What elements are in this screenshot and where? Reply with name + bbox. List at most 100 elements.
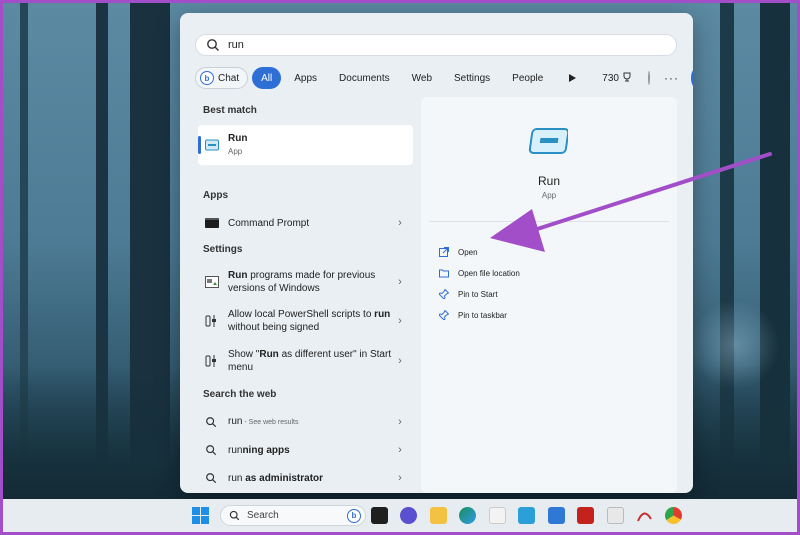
best-match-run[interactable]: Run App <box>198 125 413 165</box>
bing-icon: b <box>200 71 214 85</box>
filter-settings-label: Settings <box>454 72 491 84</box>
setting-1-bold: Run <box>228 270 248 281</box>
preview-app-type: App <box>541 191 557 200</box>
start-search-panel: b Chat All Apps Documents Web Settings P… <box>180 13 693 493</box>
preview-app-name: Run <box>537 174 560 188</box>
setting-run-as-different-user[interactable]: Show "Run as different user" in Start me… <box>198 347 413 375</box>
action-pin-to-taskbar-label: Pin to taskbar <box>458 310 507 320</box>
best-match-heading: Best match <box>203 105 257 116</box>
chevron-right-icon: › <box>398 355 402 367</box>
best-match-type: App <box>228 147 243 156</box>
bing-chat-icon[interactable]: b <box>690 68 693 88</box>
chevron-right-icon: › <box>398 472 402 484</box>
taskbar-search[interactable]: Search b <box>220 505 366 526</box>
pin-icon <box>438 288 450 300</box>
action-open[interactable]: Open <box>439 247 478 257</box>
pin-icon <box>438 309 450 321</box>
microsoft-store-icon[interactable] <box>489 507 506 524</box>
filter-web[interactable]: Web <box>403 67 441 89</box>
web-1-hint: - See web results <box>242 419 299 426</box>
compatibility-icon <box>205 276 219 288</box>
setting-run-previous-versions[interactable]: Run programs made for previous versions … <box>198 268 413 296</box>
windows-start-icon[interactable] <box>192 507 209 524</box>
search-icon <box>205 444 219 456</box>
run-app-icon <box>528 127 570 155</box>
chevron-right-icon: › <box>398 276 402 288</box>
web-3-bold: as administrator <box>245 472 324 484</box>
filter-all[interactable]: All <box>252 67 282 89</box>
web-3-pre: run <box>228 472 246 484</box>
filter-people[interactable]: People <box>503 67 552 89</box>
setting-3-pre: Show " <box>228 349 260 360</box>
web-result-running-apps[interactable]: running apps › <box>198 442 413 458</box>
filter-apps-label: Apps <box>294 72 318 84</box>
app-command-prompt-label: Command Prompt <box>228 217 310 229</box>
file-explorer-icon[interactable] <box>430 507 447 524</box>
mcafee-icon[interactable] <box>577 507 594 524</box>
apps-heading: Apps <box>203 190 228 201</box>
action-open-file-location-label: Open file location <box>458 268 520 278</box>
pen-app-icon[interactable] <box>636 507 653 524</box>
bing-icon: b <box>347 508 361 523</box>
setting-2-bold: run <box>374 309 391 320</box>
user-avatar[interactable] <box>647 71 650 85</box>
open-external-icon <box>439 247 449 257</box>
setting-2-post: without being signed <box>228 322 320 333</box>
rewards-trophy-icon <box>622 72 632 85</box>
more-filters-play-icon[interactable] <box>564 70 580 86</box>
l-app-icon[interactable] <box>518 507 535 524</box>
filter-chat[interactable]: b Chat <box>195 67 249 89</box>
search-web-heading: Search the web <box>203 389 277 400</box>
search-input[interactable] <box>228 39 648 51</box>
web-result-run[interactable]: run - See web results › <box>198 414 413 430</box>
search-filters: b Chat All Apps Documents Web Settings P… <box>195 66 693 90</box>
search-icon <box>205 416 219 428</box>
filter-settings[interactable]: Settings <box>445 67 499 89</box>
action-pin-to-start[interactable]: Pin to Start <box>438 288 498 300</box>
chevron-right-icon: › <box>398 416 402 428</box>
app-command-prompt[interactable]: Command Prompt › <box>198 215 413 231</box>
more-options-icon[interactable]: ··· <box>664 71 679 85</box>
action-pin-to-taskbar[interactable]: Pin to taskbar <box>438 309 507 321</box>
search-icon <box>229 510 240 521</box>
pinned-app-icon[interactable] <box>548 507 565 524</box>
filter-chat-label: Chat <box>218 72 240 84</box>
task-view-icon[interactable] <box>371 507 388 524</box>
search-icon <box>206 38 220 52</box>
web-2-bold: ning apps <box>242 444 290 456</box>
folder-icon <box>439 268 449 278</box>
action-open-label: Open <box>458 247 478 257</box>
action-pin-to-start-label: Pin to Start <box>458 289 498 299</box>
chevron-right-icon: › <box>398 444 402 456</box>
command-prompt-icon <box>205 217 219 229</box>
teams-chat-icon[interactable] <box>400 507 417 524</box>
developer-settings-icon <box>205 315 219 327</box>
filter-web-label: Web <box>411 72 433 84</box>
chevron-right-icon: › <box>398 217 402 229</box>
chrome-browser-icon[interactable] <box>665 507 682 524</box>
setting-1-text: programs made for previous versions of W… <box>228 270 376 294</box>
taskbar-search-label: Search <box>247 510 279 521</box>
web-result-run-as-administrator[interactable]: run as administrator › <box>198 470 413 486</box>
taskbar: Search b <box>3 499 797 532</box>
filter-documents-label: Documents <box>339 72 390 84</box>
filter-documents[interactable]: Documents <box>330 67 399 89</box>
best-match-name: Run <box>228 133 248 144</box>
selection-indicator <box>198 136 201 154</box>
developer-settings-icon <box>205 355 219 367</box>
web-1-text: run <box>228 416 243 427</box>
setting-powershell-scripts[interactable]: Allow local PowerShell scripts to run wi… <box>198 307 413 335</box>
search-box[interactable] <box>195 34 677 56</box>
filter-people-label: People <box>512 72 544 84</box>
settings-heading: Settings <box>203 244 243 255</box>
edge-browser-icon[interactable] <box>459 507 476 524</box>
search-icon <box>205 472 219 484</box>
rewards-count[interactable]: 730 <box>602 72 632 85</box>
setting-3-bold: Run <box>259 349 279 360</box>
filter-all-label: All <box>261 72 273 84</box>
action-open-file-location[interactable]: Open file location <box>439 268 520 278</box>
run-app-icon-small <box>205 139 219 151</box>
filter-apps[interactable]: Apps <box>285 67 326 89</box>
web-2-pre: run <box>228 444 243 456</box>
snipping-tool-icon[interactable] <box>607 507 624 524</box>
